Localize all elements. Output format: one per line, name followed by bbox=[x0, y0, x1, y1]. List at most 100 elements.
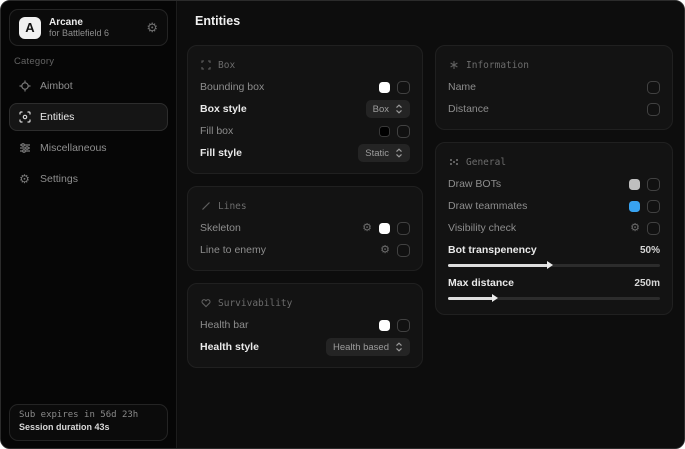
visibility-check-label: Visibility check bbox=[448, 222, 516, 234]
brand-settings-gear-icon[interactable]: ⚙ bbox=[146, 21, 158, 34]
card-lines-title: Lines bbox=[218, 201, 247, 212]
card-lines: Lines Skeleton ⚙ Line to enemy ⚙ bbox=[187, 186, 423, 271]
card-information: Information Name Distance bbox=[435, 45, 673, 130]
draw-bots-label: Draw BOTs bbox=[448, 178, 501, 190]
fill-style-label: Fill style bbox=[200, 147, 242, 159]
row-draw-teammates: Draw teammates bbox=[448, 195, 660, 217]
draw-teammates-color-swatch[interactable] bbox=[629, 201, 640, 212]
sidebar-item-label: Miscellaneous bbox=[40, 142, 107, 154]
app-window: A Arcane for Battlefield 6 ⚙ Category Ai… bbox=[0, 0, 685, 449]
name-label: Name bbox=[448, 81, 476, 93]
distance-checkbox[interactable] bbox=[647, 103, 660, 116]
sidebar-item-label: Entities bbox=[40, 111, 74, 123]
visibility-check-checkbox[interactable] bbox=[647, 222, 660, 235]
grid-dots-icon bbox=[448, 157, 459, 168]
line-to-enemy-checkbox[interactable] bbox=[397, 244, 410, 257]
brand-card: A Arcane for Battlefield 6 ⚙ bbox=[9, 9, 168, 46]
row-max-distance: Max distance 250m bbox=[448, 272, 660, 294]
distance-label: Distance bbox=[448, 103, 489, 115]
skeleton-checkbox[interactable] bbox=[397, 222, 410, 235]
entities-scan-icon bbox=[18, 111, 31, 124]
name-checkbox[interactable] bbox=[647, 81, 660, 94]
card-survivability-title: Survivability bbox=[218, 298, 292, 309]
box-style-select[interactable]: Box bbox=[366, 100, 410, 118]
skeleton-color-swatch[interactable] bbox=[379, 223, 390, 234]
category-label: Category bbox=[14, 56, 54, 67]
sidebar-item-label: Settings bbox=[40, 173, 78, 185]
sidebar: A Arcane for Battlefield 6 ⚙ Category Ai… bbox=[1, 1, 177, 448]
brand-title: Arcane bbox=[49, 17, 109, 29]
sidebar-item-aimbot[interactable]: Aimbot bbox=[9, 72, 168, 100]
row-fill-style: Fill style Static bbox=[200, 142, 410, 164]
health-bar-color-swatch[interactable] bbox=[379, 320, 390, 331]
max-distance-value: 250m bbox=[634, 278, 660, 289]
row-draw-bots: Draw BOTs bbox=[448, 173, 660, 195]
slider-thumb[interactable] bbox=[492, 294, 498, 302]
gear-icon: ⚙ bbox=[18, 173, 31, 186]
bounding-box-checkbox[interactable] bbox=[397, 81, 410, 94]
chevron-up-down-icon bbox=[395, 148, 403, 158]
health-style-label: Health style bbox=[200, 341, 259, 353]
draw-bots-checkbox[interactable] bbox=[647, 178, 660, 191]
fill-box-checkbox[interactable] bbox=[397, 125, 410, 138]
row-health-style: Health style Health based bbox=[200, 336, 410, 358]
skeleton-label: Skeleton bbox=[200, 222, 241, 234]
line-to-enemy-label: Line to enemy bbox=[200, 244, 266, 256]
sidebar-item-entities[interactable]: Entities bbox=[9, 103, 168, 131]
fill-box-color-swatch[interactable] bbox=[379, 126, 390, 137]
card-survivability: Survivability Health bar Health style He… bbox=[187, 283, 423, 368]
card-general-title: General bbox=[466, 157, 506, 168]
row-bounding-box: Bounding box bbox=[200, 76, 410, 98]
brand-subtitle: for Battlefield 6 bbox=[49, 28, 109, 38]
fill-box-label: Fill box bbox=[200, 125, 233, 137]
health-bar-label: Health bar bbox=[200, 319, 248, 331]
row-distance: Distance bbox=[448, 98, 660, 120]
sidebar-nav: Aimbot Entities Miscella bbox=[9, 72, 168, 193]
max-distance-slider[interactable] bbox=[448, 294, 660, 303]
left-column: Box Bounding box Box style Box bbox=[187, 45, 423, 368]
bot-transparency-slider[interactable] bbox=[448, 261, 660, 270]
chevron-up-down-icon bbox=[395, 104, 403, 114]
skeleton-settings-gear-icon[interactable]: ⚙ bbox=[362, 223, 372, 234]
row-name: Name bbox=[448, 76, 660, 98]
draw-bots-color-swatch[interactable] bbox=[629, 179, 640, 190]
box-style-value: Box bbox=[373, 104, 389, 115]
row-bot-transparency: Bot transpenency 50% bbox=[448, 239, 660, 261]
page-title: Entities bbox=[195, 14, 240, 28]
health-style-select[interactable]: Health based bbox=[326, 338, 410, 356]
bounding-box-label: Bounding box bbox=[200, 81, 264, 93]
sidebar-item-settings[interactable]: ⚙ Settings bbox=[9, 165, 168, 193]
sidebar-item-label: Aimbot bbox=[40, 80, 73, 92]
card-general: General Draw BOTs Draw teammates bbox=[435, 142, 673, 315]
bounding-box-color-swatch[interactable] bbox=[379, 82, 390, 93]
scan-box-icon bbox=[200, 60, 211, 71]
main-panel: Entities Box Bounding box bbox=[178, 1, 684, 448]
row-box-style: Box style Box bbox=[200, 98, 410, 120]
health-style-value: Health based bbox=[333, 342, 389, 353]
draw-teammates-checkbox[interactable] bbox=[647, 200, 660, 213]
sub-expiry-text: Sub expires in 56d 23h bbox=[19, 410, 158, 420]
sidebar-item-miscellaneous[interactable]: Miscellaneous bbox=[9, 134, 168, 162]
right-column: Information Name Distance bbox=[435, 45, 673, 315]
row-visibility-check: Visibility check ⚙ bbox=[448, 217, 660, 239]
visibility-check-settings-gear-icon[interactable]: ⚙ bbox=[630, 223, 640, 234]
sliders-icon bbox=[18, 142, 31, 155]
brand-logo: A bbox=[19, 17, 41, 39]
fill-style-value: Static bbox=[365, 148, 389, 159]
box-style-label: Box style bbox=[200, 103, 247, 115]
chevron-up-down-icon bbox=[395, 342, 403, 352]
bot-transparency-value: 50% bbox=[640, 245, 660, 256]
row-health-bar: Health bar bbox=[200, 314, 410, 336]
fill-style-select[interactable]: Static bbox=[358, 144, 410, 162]
row-skeleton: Skeleton ⚙ bbox=[200, 217, 410, 239]
session-duration-text: Session duration 43s bbox=[19, 422, 158, 432]
slider-thumb[interactable] bbox=[547, 261, 553, 269]
card-information-title: Information bbox=[466, 60, 529, 71]
card-box: Box Bounding box Box style Box bbox=[187, 45, 423, 174]
health-bar-checkbox[interactable] bbox=[397, 319, 410, 332]
card-box-title: Box bbox=[218, 60, 235, 71]
row-line-to-enemy: Line to enemy ⚙ bbox=[200, 239, 410, 261]
subscription-card: Sub expires in 56d 23h Session duration … bbox=[9, 404, 168, 441]
asterisk-icon bbox=[448, 60, 459, 71]
line-to-enemy-settings-gear-icon[interactable]: ⚙ bbox=[380, 245, 390, 256]
